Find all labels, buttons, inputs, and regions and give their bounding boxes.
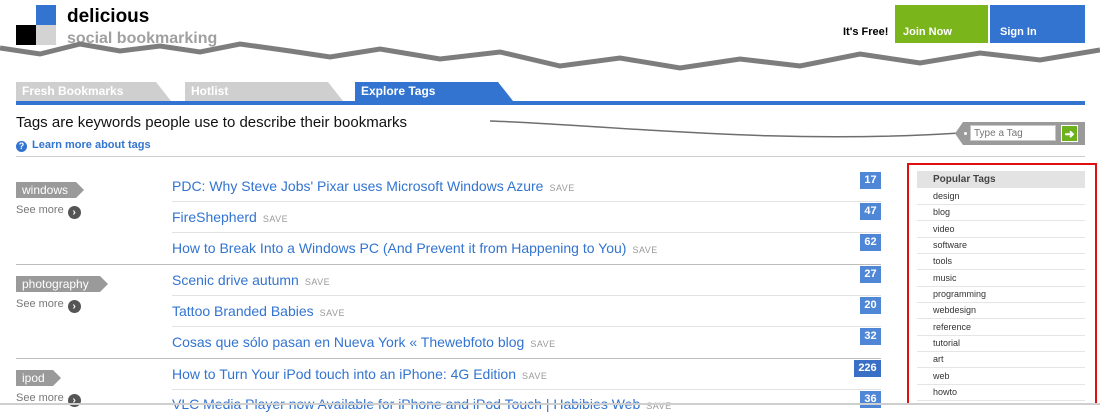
popular-tag-link[interactable]: design — [917, 189, 1085, 205]
brand-name[interactable]: delicious — [67, 6, 149, 28]
save-link[interactable]: SAVE — [549, 183, 574, 193]
bookmark-item: How to Turn Your iPod touch into an iPho… — [172, 366, 547, 382]
tab-explore-tags[interactable]: Explore Tags — [355, 82, 513, 101]
intro-heading: Tags are keywords people use to describe… — [16, 114, 408, 131]
see-more-label: See more — [16, 298, 64, 310]
tab-fresh-bookmarks[interactable]: Fresh Bookmarks — [16, 82, 171, 101]
bookmark-title-link[interactable]: How to Turn Your iPod touch into an iPho… — [172, 366, 516, 382]
learn-more-label: Learn more about tags — [32, 139, 151, 151]
header-zigzag-divider — [0, 41, 1100, 71]
row-divider — [172, 326, 881, 327]
save-link[interactable]: SAVE — [522, 371, 547, 381]
tag-hole-icon — [964, 132, 967, 135]
save-count-badge[interactable]: 62 — [860, 234, 881, 251]
save-count-badge[interactable]: 47 — [860, 203, 881, 220]
popular-tag-link[interactable]: howto — [917, 385, 1085, 401]
row-divider — [172, 232, 881, 233]
logo-blue-square — [36, 5, 56, 25]
bookmark-title-link[interactable]: Scenic drive autumn — [172, 272, 299, 288]
save-count-badge[interactable]: 36 — [860, 391, 881, 408]
bookmark-title-link[interactable]: FireShepherd — [172, 209, 257, 225]
save-link[interactable]: SAVE — [305, 277, 330, 287]
bookmark-title-link[interactable]: PDC: Why Steve Jobs' Pixar uses Microsof… — [172, 178, 543, 194]
bookmark-item: Cosas que sólo pasan en Nueva York « The… — [172, 334, 556, 350]
bookmark-item: PDC: Why Steve Jobs' Pixar uses Microsof… — [172, 178, 575, 194]
popular-tag-link[interactable]: blog — [917, 205, 1085, 221]
bookmark-title-link[interactable]: Cosas que sólo pasan en Nueva York « The… — [172, 334, 524, 350]
arrow-right-icon: › — [67, 206, 81, 219]
popular-tag-link[interactable]: programming — [917, 287, 1085, 303]
row-divider — [172, 295, 881, 296]
save-link[interactable]: SAVE — [320, 308, 345, 318]
popular-tag-link[interactable]: software — [917, 238, 1085, 254]
save-link[interactable]: SAVE — [263, 214, 288, 224]
bookmark-title-link[interactable]: Tattoo Branded Babies — [172, 303, 314, 319]
tab-underline-bar — [16, 101, 1085, 105]
save-link[interactable]: SAVE — [530, 339, 555, 349]
tab-hotlist[interactable]: Hotlist — [185, 82, 343, 101]
save-count-badge[interactable]: 32 — [860, 328, 881, 345]
popular-tags-title: Popular Tags — [917, 171, 1085, 188]
tag-label-windows[interactable]: windows — [16, 182, 84, 198]
decorative-curve-line — [490, 120, 960, 138]
bookmark-title-link[interactable]: How to Break Into a Windows PC (And Prev… — [172, 240, 626, 256]
save-count-badge[interactable]: 27 — [860, 266, 881, 283]
see-more-windows[interactable]: See more › — [16, 204, 81, 219]
its-free-text: It's Free! — [843, 26, 889, 38]
popular-tag-link[interactable]: web — [917, 369, 1085, 385]
see-more-photography[interactable]: See more › — [16, 298, 81, 313]
popular-tag-link[interactable]: art — [917, 352, 1085, 368]
learn-more-link[interactable]: ? Learn more about tags — [16, 139, 151, 152]
go-arrow-button[interactable]: ➜ — [1061, 125, 1078, 142]
save-count-badge[interactable]: 226 — [854, 360, 881, 377]
arrow-right-icon: › — [67, 300, 81, 313]
popular-tag-link[interactable]: reference — [917, 320, 1085, 336]
row-divider — [172, 201, 881, 202]
question-icon: ? — [16, 141, 27, 152]
bookmark-item: How to Break Into a Windows PC (And Prev… — [172, 240, 658, 256]
popular-tag-link[interactable]: tools — [917, 254, 1085, 270]
bookmark-item: Scenic drive autumn SAVE — [172, 272, 330, 288]
save-link[interactable]: SAVE — [632, 245, 657, 255]
see-more-label: See more — [16, 204, 64, 216]
tag-label-ipod[interactable]: ipod — [16, 370, 61, 386]
arrow-right-icon: › — [67, 394, 81, 407]
tag-search-input[interactable] — [970, 125, 1056, 141]
popular-tag-link[interactable]: webdesign — [917, 303, 1085, 319]
popular-tag-link[interactable]: music — [917, 271, 1085, 287]
popular-tag-link[interactable]: video — [917, 222, 1085, 238]
save-count-badge[interactable]: 20 — [860, 297, 881, 314]
group-divider — [16, 264, 881, 265]
popular-tag-link[interactable]: tutorial — [917, 336, 1085, 352]
row-divider — [172, 389, 881, 390]
group-divider — [16, 358, 881, 359]
section-separator — [16, 156, 1085, 157]
bookmark-item: Tattoo Branded Babies SAVE — [172, 303, 345, 319]
save-count-badge[interactable]: 17 — [860, 172, 881, 189]
tag-label-photography[interactable]: photography — [16, 276, 108, 292]
bookmark-item: FireShepherd SAVE — [172, 209, 288, 225]
